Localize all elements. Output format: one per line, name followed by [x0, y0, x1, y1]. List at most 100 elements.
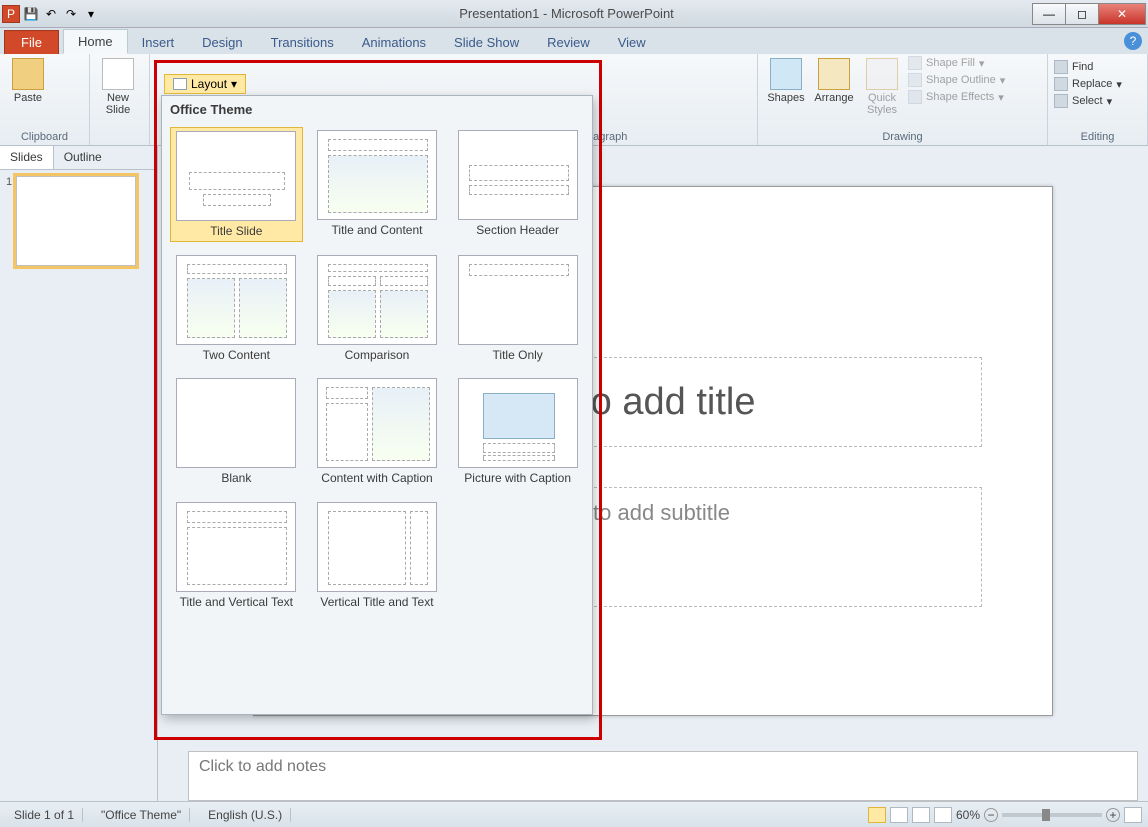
- tab-design[interactable]: Design: [188, 31, 256, 54]
- replace-button[interactable]: Replace ▾: [1054, 77, 1141, 91]
- layout-thumb: [176, 502, 296, 592]
- quick-styles-icon: [866, 58, 898, 90]
- shape-effects-button[interactable]: Shape Effects ▾: [908, 90, 1005, 104]
- zoom-in-button[interactable]: +: [1106, 808, 1120, 822]
- view-normal-button[interactable]: [868, 807, 886, 823]
- layout-thumb: [458, 378, 578, 468]
- tab-slideshow[interactable]: Slide Show: [440, 31, 533, 54]
- shape-fill-label: Shape Fill: [926, 57, 975, 69]
- undo-icon[interactable]: ↶: [42, 5, 60, 23]
- layout-option[interactable]: Comparison: [311, 252, 444, 365]
- layout-option-label: Two Content: [203, 349, 270, 362]
- layout-thumb: [317, 255, 437, 345]
- app-icon: P: [2, 5, 20, 23]
- redo-icon[interactable]: ↷: [62, 5, 80, 23]
- layout-option[interactable]: Picture with Caption: [451, 375, 584, 488]
- minimize-button[interactable]: —: [1032, 3, 1066, 25]
- zoom-level: 60%: [956, 808, 980, 822]
- layout-option-label: Title and Vertical Text: [180, 596, 293, 609]
- layout-option[interactable]: Title and Content: [311, 127, 444, 242]
- shape-effects-label: Shape Effects: [926, 91, 994, 103]
- tab-home[interactable]: Home: [63, 29, 128, 54]
- layout-thumb: [317, 378, 437, 468]
- paste-icon: [12, 58, 44, 90]
- layout-option-label: Content with Caption: [321, 472, 432, 485]
- maximize-button[interactable]: ◻: [1065, 3, 1099, 25]
- layout-option[interactable]: Two Content: [170, 252, 303, 365]
- help-icon[interactable]: ?: [1124, 32, 1142, 50]
- window-title: Presentation1 - Microsoft PowerPoint: [100, 6, 1033, 21]
- arrange-label: Arrange: [814, 92, 853, 104]
- layout-option[interactable]: Title Slide: [170, 127, 303, 242]
- layout-option-label: Comparison: [345, 349, 410, 362]
- shapes-button[interactable]: Shapes: [764, 56, 808, 106]
- select-button[interactable]: Select ▾: [1054, 94, 1141, 108]
- layout-option-label: Picture with Caption: [464, 472, 571, 485]
- status-bar: Slide 1 of 1 "Office Theme" English (U.S…: [0, 801, 1148, 827]
- shape-outline-button[interactable]: Shape Outline ▾: [908, 73, 1005, 87]
- shapes-icon: [770, 58, 802, 90]
- tab-view[interactable]: View: [604, 31, 660, 54]
- shape-fill-icon: [908, 56, 922, 70]
- layout-thumb: [176, 131, 296, 221]
- tab-review[interactable]: Review: [533, 31, 604, 54]
- layout-option-label: Section Header: [476, 224, 559, 237]
- zoom-slider[interactable]: [1002, 813, 1102, 817]
- layout-option[interactable]: Title Only: [451, 252, 584, 365]
- panel-tab-outline[interactable]: Outline: [54, 146, 112, 169]
- layout-thumb: [317, 130, 437, 220]
- fit-window-button[interactable]: [1124, 807, 1142, 823]
- status-theme: "Office Theme": [93, 808, 190, 822]
- layout-option-label: Vertical Title and Text: [320, 596, 433, 609]
- chevron-down-icon: ▾: [231, 77, 237, 91]
- view-reading-button[interactable]: [912, 807, 930, 823]
- title-bar: P 💾 ↶ ↷ ▾ Presentation1 - Microsoft Powe…: [0, 0, 1148, 28]
- shape-effects-icon: [908, 90, 922, 104]
- layout-option[interactable]: Title and Vertical Text: [170, 499, 303, 612]
- find-icon: [1054, 60, 1068, 74]
- layout-button[interactable]: Layout ▾: [164, 74, 246, 94]
- layout-option[interactable]: Section Header: [451, 127, 584, 242]
- tab-animations[interactable]: Animations: [348, 31, 440, 54]
- find-label: Find: [1072, 61, 1093, 73]
- tab-transitions[interactable]: Transitions: [257, 31, 348, 54]
- view-sorter-button[interactable]: [890, 807, 908, 823]
- new-slide-button[interactable]: New Slide: [96, 56, 140, 118]
- layout-option[interactable]: Content with Caption: [311, 375, 444, 488]
- layout-thumb: [317, 502, 437, 592]
- paste-button[interactable]: Paste: [6, 56, 50, 106]
- slides-panel: Slides Outline 1: [0, 146, 158, 801]
- shapes-label: Shapes: [767, 92, 804, 104]
- select-icon: [1054, 94, 1068, 108]
- close-button[interactable]: ✕: [1098, 3, 1146, 25]
- shape-fill-button[interactable]: Shape Fill ▾: [908, 56, 1005, 70]
- new-slide-icon: [102, 58, 134, 90]
- qat-dropdown-icon[interactable]: ▾: [82, 5, 100, 23]
- replace-icon: [1054, 77, 1068, 91]
- layout-dropdown: Office Theme Title SlideTitle and Conten…: [161, 95, 593, 715]
- layout-thumb: [458, 130, 578, 220]
- arrange-button[interactable]: Arrange: [812, 56, 856, 106]
- slide-thumbnail[interactable]: [16, 176, 136, 266]
- ribbon-tab-strip: File Home Insert Design Transitions Anim…: [0, 28, 1148, 54]
- layout-option-label: Blank: [221, 472, 251, 485]
- layout-option[interactable]: Vertical Title and Text: [311, 499, 444, 612]
- dropdown-header: Office Theme: [162, 96, 592, 123]
- zoom-out-button[interactable]: −: [984, 808, 998, 822]
- group-drawing-label: Drawing: [764, 131, 1041, 143]
- layout-option[interactable]: Blank: [170, 375, 303, 488]
- replace-label: Replace: [1072, 78, 1112, 90]
- tab-file[interactable]: File: [4, 30, 59, 54]
- tab-insert[interactable]: Insert: [128, 31, 189, 54]
- layout-option-label: Title Only: [493, 349, 543, 362]
- view-slideshow-button[interactable]: [934, 807, 952, 823]
- status-language[interactable]: English (U.S.): [200, 808, 291, 822]
- notes-pane[interactable]: Click to add notes: [188, 751, 1138, 801]
- group-clipboard-label: Clipboard: [6, 131, 83, 143]
- save-icon[interactable]: 💾: [22, 5, 40, 23]
- panel-tab-slides[interactable]: Slides: [0, 146, 54, 169]
- arrange-icon: [818, 58, 850, 90]
- quick-styles-button[interactable]: Quick Styles: [860, 56, 904, 118]
- find-button[interactable]: Find: [1054, 60, 1141, 74]
- select-label: Select: [1072, 95, 1103, 107]
